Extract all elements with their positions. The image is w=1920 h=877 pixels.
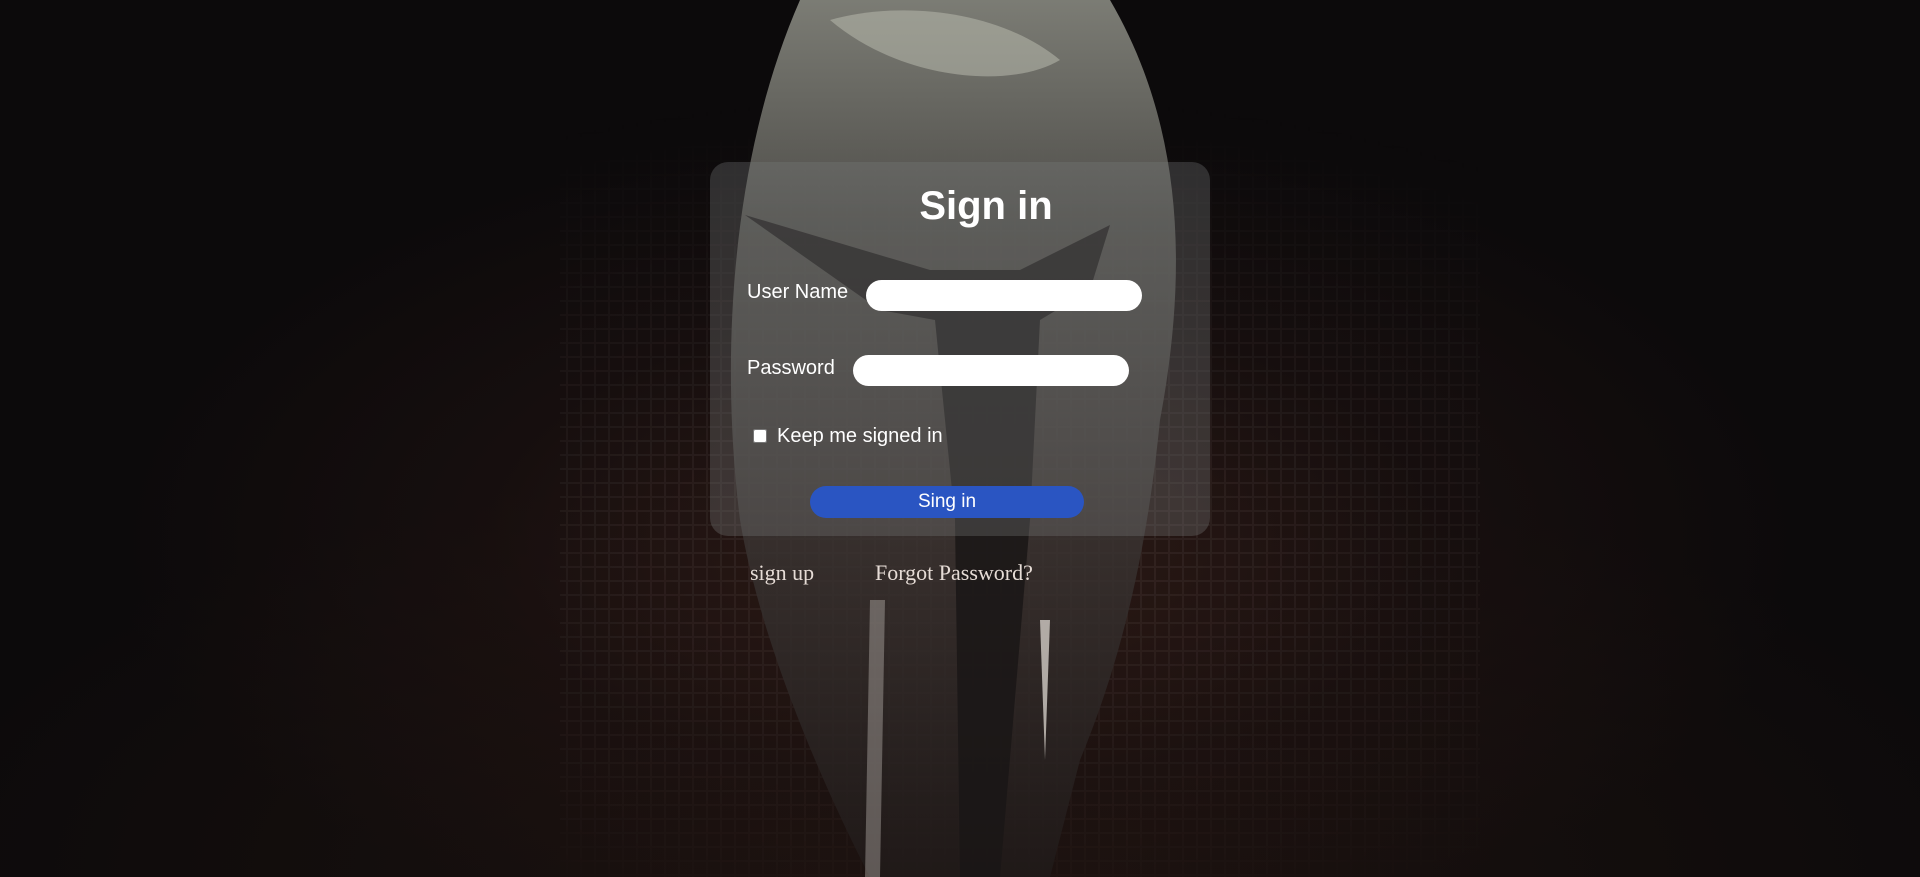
forgot-password-link[interactable]: Forgot Password?	[875, 560, 1033, 586]
sign-in-button[interactable]: Sing in	[810, 486, 1084, 518]
remember-me-checkbox[interactable]	[753, 428, 767, 443]
username-label: User Name	[747, 281, 849, 303]
remember-me: Keep me signed in	[753, 424, 943, 447]
remember-me-label: Keep me signed in	[777, 425, 943, 447]
sign-in-card: Sign in User Name Password Keep me signe…	[710, 162, 1210, 536]
sign-up-link[interactable]: sign up	[750, 560, 814, 586]
password-input[interactable]	[853, 355, 1129, 386]
login-page: Sign in User Name Password Keep me signe…	[0, 0, 1920, 877]
password-label: Password	[747, 357, 835, 379]
username-input[interactable]	[866, 280, 1142, 311]
sign-in-title: Sign in	[919, 184, 1053, 228]
